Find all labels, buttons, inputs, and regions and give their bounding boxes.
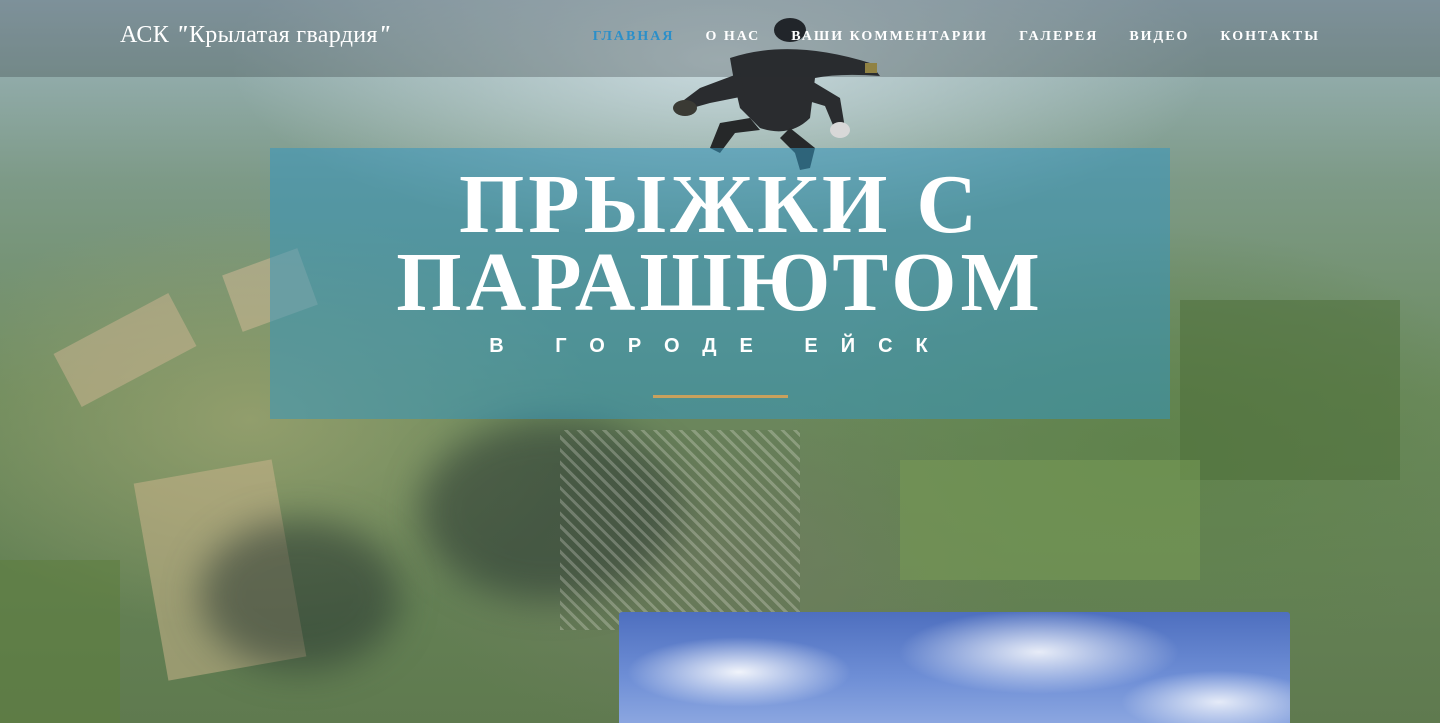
hero-title-line-2: ПАРАШЮТОМ [396, 236, 1044, 329]
top-navigation-bar: АСК "Крылатая гвардия" Главная О нас Ваш… [0, 0, 1440, 77]
nav-item-home[interactable]: Главная [593, 29, 675, 45]
nav-item-video[interactable]: Видео [1129, 29, 1189, 45]
village-area [560, 430, 800, 630]
nav-item-gallery[interactable]: Галерея [1019, 29, 1098, 45]
brand-prefix: АСК [120, 22, 176, 48]
brand-open-quote: " [175, 22, 189, 48]
sky-photo-card [619, 612, 1290, 723]
brand-close-quote: " [377, 22, 392, 48]
hero-subtitle: В ГОРОДЕ ЕЙСК [489, 335, 951, 357]
nav-item-comments[interactable]: Ваши комментарии [791, 29, 988, 45]
nav-item-contacts[interactable]: Контакты [1220, 29, 1320, 45]
nav-item-about[interactable]: О нас [705, 29, 760, 45]
accent-divider [653, 395, 788, 398]
brand-logo[interactable]: АСК "Крылатая гвардия" [120, 22, 391, 49]
hero-title-box: ПРЫЖКИ С ПАРАШЮТОМ В ГОРОДЕ ЕЙСК [270, 148, 1170, 419]
main-nav: Главная О нас Ваши комментарии Галерея В… [562, 29, 1320, 45]
field-patch [0, 560, 120, 723]
brand-name: Крылатая гвардия [188, 22, 378, 48]
hero-title: ПРЫЖКИ С ПАРАШЮТОМ [270, 163, 1170, 325]
field-patch [53, 292, 197, 408]
cloud-shadow [200, 520, 400, 670]
field-patch [1180, 300, 1400, 480]
field-patch [900, 460, 1200, 580]
